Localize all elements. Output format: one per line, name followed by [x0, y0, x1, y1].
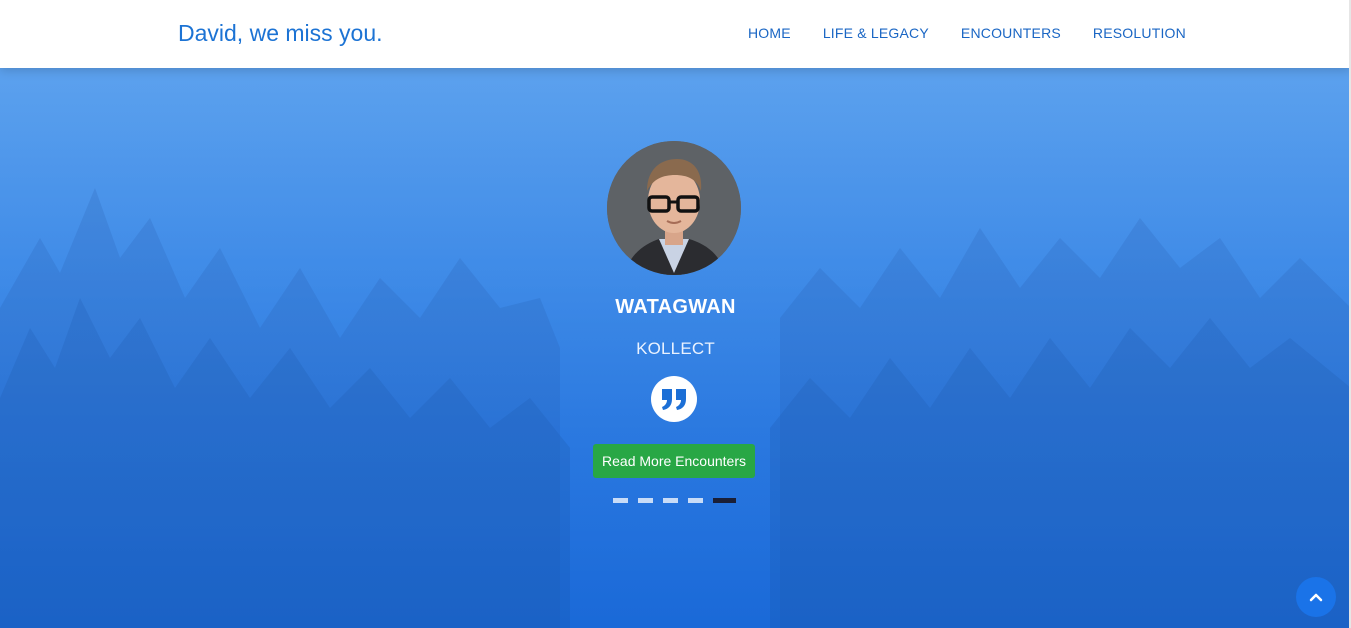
carousel-indicator[interactable] [688, 498, 703, 503]
nav-item-home: HOME [748, 25, 791, 43]
carousel-indicator[interactable] [613, 498, 628, 503]
testimonial-name: WATAGWAN [615, 296, 736, 318]
chevron-up-icon [1309, 593, 1323, 602]
testimonial-hero: WATAGWAN KOLLECT Read More Encounters [0, 68, 1351, 628]
testimonial-subtitle: KOLLECT [636, 339, 715, 358]
profile-avatar [607, 141, 741, 275]
read-more-encounters-button[interactable]: Read More Encounters [593, 444, 755, 478]
carousel-indicator[interactable] [663, 498, 678, 503]
nav-link-life-legacy[interactable]: LIFE & LEGACY [823, 25, 929, 41]
nav-link-encounters[interactable]: ENCOUNTERS [961, 25, 1061, 41]
carousel-indicator[interactable] [638, 498, 653, 503]
nav-link-home[interactable]: HOME [748, 25, 791, 41]
nav-link-resolution[interactable]: RESOLUTION [1093, 25, 1186, 41]
nav-item-life-legacy: LIFE & LEGACY [823, 25, 929, 43]
carousel-indicators [613, 498, 736, 503]
nav-item-encounters: ENCOUNTERS [961, 25, 1061, 43]
back-to-top-button[interactable] [1296, 577, 1336, 617]
quote-right-icon [651, 376, 697, 422]
top-navbar: David, we miss you. HOME LIFE & LEGACY E… [0, 0, 1351, 68]
brand-link[interactable]: David, we miss you. [178, 20, 383, 47]
nav-item-resolution: RESOLUTION [1093, 25, 1186, 43]
main-nav: HOME LIFE & LEGACY ENCOUNTERS RESOLUTION [748, 25, 1186, 43]
carousel-indicator-active[interactable] [713, 498, 736, 503]
